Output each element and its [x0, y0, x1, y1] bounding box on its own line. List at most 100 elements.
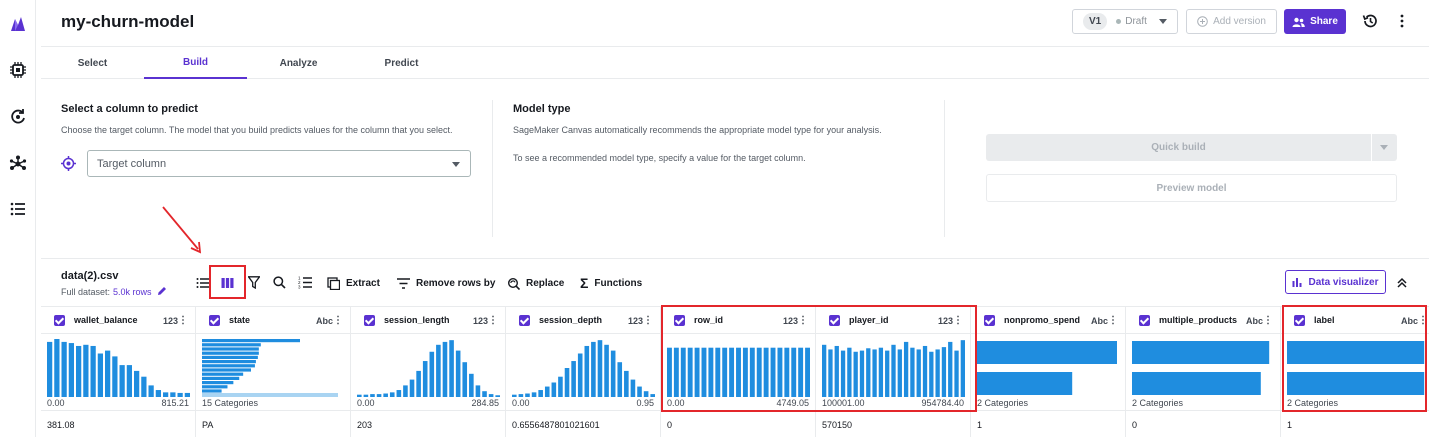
column-checkbox[interactable]: [519, 315, 530, 326]
plus-circle-icon: [1197, 16, 1208, 27]
column-checkbox[interactable]: [1139, 315, 1150, 326]
histogram-bar: [47, 341, 53, 397]
dataset-full-label: Full dataset:: [61, 287, 111, 297]
category-bar: [202, 343, 261, 347]
highlight-box: [1282, 305, 1427, 412]
histogram-bar: [610, 350, 616, 397]
column-name[interactable]: multiple_products: [1159, 315, 1239, 325]
column-histogram: [1132, 339, 1275, 397]
histogram-bar: [442, 341, 448, 397]
histogram-bar: [544, 386, 550, 397]
status-dot-icon: [1116, 19, 1122, 24]
list-view-icon[interactable]: [196, 276, 209, 294]
column-name[interactable]: nonpromo_spend: [1004, 315, 1084, 325]
histogram-bar: [184, 392, 190, 397]
target-column-select[interactable]: Target column: [87, 150, 471, 177]
tab-analyze[interactable]: Analyze: [247, 48, 350, 79]
column-checkbox[interactable]: [984, 315, 995, 326]
column-card[interactable]: wallet_balance 123 ⋮ 0.00 815.21 381.08: [41, 306, 196, 437]
column-menu-icon[interactable]: ⋮: [178, 315, 188, 326]
category-bar: [1132, 341, 1270, 364]
column-name[interactable]: session_depth: [539, 315, 619, 325]
column-range-max: 815.21: [161, 398, 189, 408]
table-cell: 0: [1126, 410, 1281, 437]
column-menu-icon[interactable]: ⋮: [1263, 315, 1273, 326]
collapse-icon[interactable]: [1396, 276, 1408, 288]
tab-predict[interactable]: Predict: [350, 48, 453, 79]
chevron-down-icon[interactable]: [1380, 145, 1388, 150]
histogram-bar: [141, 376, 147, 397]
model-type-hint: To see a recommended model type, specify…: [513, 153, 806, 163]
column-card[interactable]: nonpromo_spend Abc ⋮ 2 Categories 1: [971, 306, 1126, 437]
histogram-bar: [551, 382, 557, 397]
column-menu-icon[interactable]: ⋮: [1108, 315, 1118, 326]
column-name[interactable]: session_length: [384, 315, 464, 325]
histogram-bar: [637, 386, 642, 397]
histogram-bar: [564, 368, 570, 397]
pencil-icon[interactable]: [157, 286, 167, 296]
history-icon[interactable]: [1362, 13, 1378, 29]
tab-build[interactable]: Build: [144, 48, 247, 79]
more-options-icon[interactable]: [1398, 12, 1406, 30]
histogram-bar: [577, 353, 583, 397]
preview-model-button[interactable]: Preview model: [986, 174, 1397, 202]
column-card[interactable]: session_length 123 ⋮ 0.00 284.85 203: [351, 306, 506, 437]
table-cell: 1: [971, 410, 1126, 437]
column-card[interactable]: state Abc ⋮ 15 Categories PA: [196, 306, 351, 437]
column-card[interactable]: multiple_products Abc ⋮ 2 Categories 0: [1126, 306, 1281, 437]
split-divider: [1371, 134, 1372, 161]
histogram-bar: [591, 341, 596, 397]
canvas-logo-icon[interactable]: [8, 14, 28, 34]
histogram-bar: [643, 391, 649, 397]
column-type: Abc: [1090, 316, 1108, 326]
chip-icon[interactable]: [8, 60, 28, 80]
histogram-bar: [409, 379, 415, 397]
target-icon: [61, 156, 76, 176]
network-icon[interactable]: [8, 154, 28, 174]
share-button[interactable]: Share: [1284, 9, 1346, 34]
column-header: nonpromo_spend Abc ⋮: [971, 306, 1126, 334]
extract-button[interactable]: Extract: [327, 274, 380, 292]
data-visualizer-button[interactable]: Data visualizer: [1285, 270, 1386, 294]
tab-select[interactable]: Select: [41, 48, 144, 79]
refresh-icon[interactable]: [8, 107, 28, 127]
highlight-box: [661, 305, 977, 412]
column-card[interactable]: session_depth 123 ⋮ 0.00 0.95 0.6556487801021…: [506, 306, 661, 437]
histogram-bar: [370, 394, 375, 397]
column-name[interactable]: state: [229, 315, 309, 325]
quick-build-button[interactable]: Quick build: [986, 134, 1397, 161]
remove-rows-button[interactable]: Remove rows by: [397, 274, 495, 292]
filter-lines-icon: [397, 277, 410, 289]
functions-button[interactable]: Σ Functions: [580, 274, 642, 292]
numbered-list-icon[interactable]: 123: [298, 275, 312, 294]
bar-chart-icon: [1292, 278, 1302, 287]
column-histogram: [512, 339, 655, 397]
column-checkbox[interactable]: [209, 315, 220, 326]
add-version-button[interactable]: Add version: [1186, 9, 1277, 34]
column-type: 123: [162, 316, 178, 326]
column-menu-icon[interactable]: ⋮: [333, 315, 343, 326]
category-bar: [202, 376, 240, 380]
histogram-bar: [68, 343, 74, 397]
list-icon[interactable]: [8, 199, 28, 219]
dataset-info: Full dataset: 5.0k rows: [61, 286, 167, 297]
column-menu-icon[interactable]: ⋮: [643, 315, 653, 326]
search-icon[interactable]: [273, 276, 286, 294]
column-header: state Abc ⋮: [196, 306, 351, 334]
replace-button[interactable]: Replace: [507, 274, 564, 292]
page-title: my-churn-model: [61, 12, 195, 31]
histogram-bar: [584, 345, 590, 397]
category-bar: [202, 389, 222, 393]
category-bar: [202, 355, 258, 359]
column-name[interactable]: wallet_balance: [74, 315, 154, 325]
column-checkbox[interactable]: [54, 315, 65, 326]
column-menu-icon[interactable]: ⋮: [488, 315, 498, 326]
histogram-bar: [54, 339, 60, 397]
column-checkbox[interactable]: [364, 315, 375, 326]
column-histogram: [202, 339, 345, 397]
histogram-bar: [170, 392, 176, 397]
dataset-rows-link[interactable]: 5.0k rows: [113, 287, 152, 297]
histogram-bar: [512, 394, 517, 397]
filter-icon[interactable]: [247, 276, 261, 294]
version-selector[interactable]: V1 Draft: [1072, 9, 1178, 34]
